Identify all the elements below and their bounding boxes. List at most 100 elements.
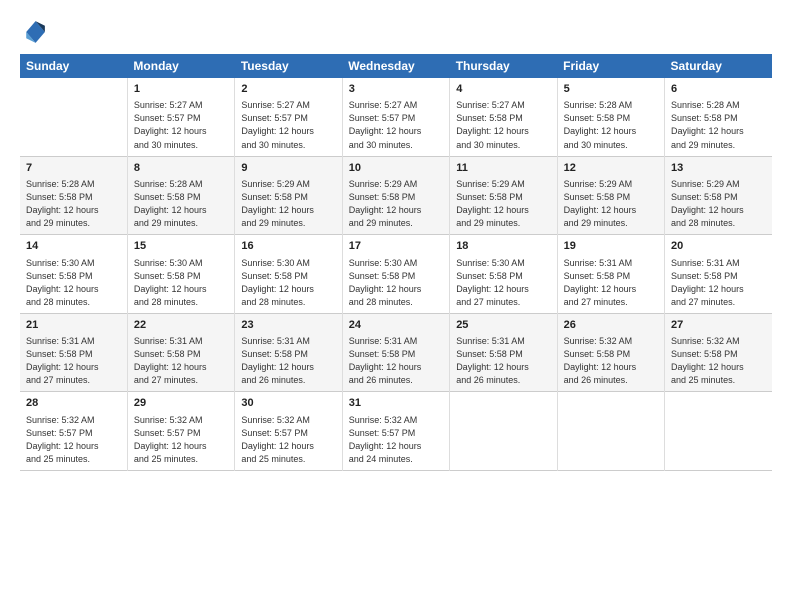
cell-info: Sunrise: 5:30 AM Sunset: 5:58 PM Dayligh… bbox=[26, 257, 121, 309]
week-row-3: 21 Sunrise: 5:31 AM Sunset: 5:58 PM Dayli… bbox=[20, 313, 772, 392]
day-number: 25 bbox=[456, 318, 550, 333]
calendar-cell: 14 Sunrise: 5:30 AM Sunset: 5:58 PM Dayli… bbox=[20, 235, 127, 314]
cell-info: Sunrise: 5:29 AM Sunset: 5:58 PM Dayligh… bbox=[564, 178, 658, 230]
week-row-1: 7 Sunrise: 5:28 AM Sunset: 5:58 PM Daylig… bbox=[20, 156, 772, 235]
calendar-table: SundayMondayTuesdayWednesdayThursdayFrid… bbox=[20, 54, 772, 471]
calendar-cell: 25 Sunrise: 5:31 AM Sunset: 5:58 PM Dayli… bbox=[450, 313, 557, 392]
col-header-saturday: Saturday bbox=[665, 54, 772, 78]
day-number: 22 bbox=[134, 318, 228, 333]
cell-info: Sunrise: 5:28 AM Sunset: 5:58 PM Dayligh… bbox=[134, 178, 228, 230]
day-number: 17 bbox=[349, 239, 443, 254]
cell-info: Sunrise: 5:27 AM Sunset: 5:58 PM Dayligh… bbox=[456, 99, 550, 151]
col-header-tuesday: Tuesday bbox=[235, 54, 342, 78]
day-number: 24 bbox=[349, 318, 443, 333]
day-number: 19 bbox=[564, 239, 658, 254]
day-number: 6 bbox=[671, 82, 766, 97]
calendar-cell: 4 Sunrise: 5:27 AM Sunset: 5:58 PM Daylig… bbox=[450, 78, 557, 156]
cell-info: Sunrise: 5:31 AM Sunset: 5:58 PM Dayligh… bbox=[26, 335, 121, 387]
calendar-cell: 31Sunrise: 5:32 AM Sunset: 5:57 PM Dayli… bbox=[342, 392, 449, 471]
col-header-monday: Monday bbox=[127, 54, 234, 78]
calendar-cell: 7 Sunrise: 5:28 AM Sunset: 5:58 PM Daylig… bbox=[20, 156, 127, 235]
day-number: 16 bbox=[241, 239, 335, 254]
cell-info: Sunrise: 5:28 AM Sunset: 5:58 PM Dayligh… bbox=[671, 99, 766, 151]
day-number: 21 bbox=[26, 318, 121, 333]
calendar-cell: 1 Sunrise: 5:27 AM Sunset: 5:57 PM Daylig… bbox=[127, 78, 234, 156]
col-header-wednesday: Wednesday bbox=[342, 54, 449, 78]
day-number: 30 bbox=[241, 396, 335, 411]
cell-info: Sunrise: 5:31 AM Sunset: 5:58 PM Dayligh… bbox=[456, 335, 550, 387]
cell-info: Sunrise: 5:31 AM Sunset: 5:58 PM Dayligh… bbox=[671, 257, 766, 309]
col-header-friday: Friday bbox=[557, 54, 664, 78]
calendar-cell: 13 Sunrise: 5:29 AM Sunset: 5:58 PM Dayli… bbox=[665, 156, 772, 235]
cell-info: Sunrise: 5:28 AM Sunset: 5:58 PM Dayligh… bbox=[564, 99, 658, 151]
calendar-cell: 21 Sunrise: 5:31 AM Sunset: 5:58 PM Dayli… bbox=[20, 313, 127, 392]
week-row-4: 28 Sunrise: 5:32 AM Sunset: 5:57 PM Dayli… bbox=[20, 392, 772, 471]
header bbox=[20, 18, 772, 46]
calendar-cell: 11Sunrise: 5:29 AM Sunset: 5:58 PM Dayli… bbox=[450, 156, 557, 235]
day-number: 18 bbox=[456, 239, 550, 254]
cell-info: Sunrise: 5:30 AM Sunset: 5:58 PM Dayligh… bbox=[456, 257, 550, 309]
day-number: 2 bbox=[241, 82, 335, 97]
cell-info: Sunrise: 5:32 AM Sunset: 5:57 PM Dayligh… bbox=[134, 414, 228, 466]
day-number: 27 bbox=[671, 318, 766, 333]
calendar-cell: 23 Sunrise: 5:31 AM Sunset: 5:58 PM Dayli… bbox=[235, 313, 342, 392]
day-number: 26 bbox=[564, 318, 658, 333]
calendar-cell: 22Sunrise: 5:31 AM Sunset: 5:58 PM Dayli… bbox=[127, 313, 234, 392]
calendar-cell: 20 Sunrise: 5:31 AM Sunset: 5:58 PM Dayli… bbox=[665, 235, 772, 314]
cell-info: Sunrise: 5:32 AM Sunset: 5:58 PM Dayligh… bbox=[671, 335, 766, 387]
calendar-cell: 29 Sunrise: 5:32 AM Sunset: 5:57 PM Dayli… bbox=[127, 392, 234, 471]
day-number: 5 bbox=[564, 82, 658, 97]
calendar-cell: 10Sunrise: 5:29 AM Sunset: 5:58 PM Dayli… bbox=[342, 156, 449, 235]
header-row: SundayMondayTuesdayWednesdayThursdayFrid… bbox=[20, 54, 772, 78]
cell-info: Sunrise: 5:31 AM Sunset: 5:58 PM Dayligh… bbox=[564, 257, 658, 309]
cell-info: Sunrise: 5:31 AM Sunset: 5:58 PM Dayligh… bbox=[349, 335, 443, 387]
day-number: 7 bbox=[26, 161, 121, 176]
cell-info: Sunrise: 5:29 AM Sunset: 5:58 PM Dayligh… bbox=[671, 178, 766, 230]
day-number: 10 bbox=[349, 161, 443, 176]
day-number: 28 bbox=[26, 396, 121, 411]
calendar-cell: 8Sunrise: 5:28 AM Sunset: 5:58 PM Daylig… bbox=[127, 156, 234, 235]
cell-info: Sunrise: 5:30 AM Sunset: 5:58 PM Dayligh… bbox=[241, 257, 335, 309]
cell-info: Sunrise: 5:31 AM Sunset: 5:58 PM Dayligh… bbox=[241, 335, 335, 387]
calendar-cell: 30 Sunrise: 5:32 AM Sunset: 5:57 PM Dayli… bbox=[235, 392, 342, 471]
day-number: 23 bbox=[241, 318, 335, 333]
calendar-cell: 9 Sunrise: 5:29 AM Sunset: 5:58 PM Daylig… bbox=[235, 156, 342, 235]
calendar-cell: 18 Sunrise: 5:30 AM Sunset: 5:58 PM Dayli… bbox=[450, 235, 557, 314]
week-row-2: 14 Sunrise: 5:30 AM Sunset: 5:58 PM Dayli… bbox=[20, 235, 772, 314]
calendar-cell: 12 Sunrise: 5:29 AM Sunset: 5:58 PM Dayli… bbox=[557, 156, 664, 235]
week-row-0: 1 Sunrise: 5:27 AM Sunset: 5:57 PM Daylig… bbox=[20, 78, 772, 156]
day-number: 4 bbox=[456, 82, 550, 97]
cell-info: Sunrise: 5:32 AM Sunset: 5:57 PM Dayligh… bbox=[241, 414, 335, 466]
calendar-cell: 15 Sunrise: 5:30 AM Sunset: 5:58 PM Dayli… bbox=[127, 235, 234, 314]
cell-info: Sunrise: 5:29 AM Sunset: 5:58 PM Dayligh… bbox=[241, 178, 335, 230]
calendar-cell bbox=[450, 392, 557, 471]
calendar-cell: 2 Sunrise: 5:27 AM Sunset: 5:57 PM Daylig… bbox=[235, 78, 342, 156]
day-number: 3 bbox=[349, 82, 443, 97]
day-number: 15 bbox=[134, 239, 228, 254]
cell-info: Sunrise: 5:30 AM Sunset: 5:58 PM Dayligh… bbox=[349, 257, 443, 309]
day-number: 20 bbox=[671, 239, 766, 254]
day-number: 14 bbox=[26, 239, 121, 254]
cell-info: Sunrise: 5:32 AM Sunset: 5:57 PM Dayligh… bbox=[26, 414, 121, 466]
cell-info: Sunrise: 5:27 AM Sunset: 5:57 PM Dayligh… bbox=[241, 99, 335, 151]
calendar-cell: 16 Sunrise: 5:30 AM Sunset: 5:58 PM Dayli… bbox=[235, 235, 342, 314]
logo bbox=[20, 18, 52, 46]
day-number: 1 bbox=[134, 82, 228, 97]
calendar-cell bbox=[20, 78, 127, 156]
calendar-cell: 17 Sunrise: 5:30 AM Sunset: 5:58 PM Dayli… bbox=[342, 235, 449, 314]
day-number: 13 bbox=[671, 161, 766, 176]
calendar-cell: 24 Sunrise: 5:31 AM Sunset: 5:58 PM Dayli… bbox=[342, 313, 449, 392]
calendar-cell: 19 Sunrise: 5:31 AM Sunset: 5:58 PM Dayli… bbox=[557, 235, 664, 314]
col-header-thursday: Thursday bbox=[450, 54, 557, 78]
day-number: 12 bbox=[564, 161, 658, 176]
day-number: 29 bbox=[134, 396, 228, 411]
calendar-cell bbox=[557, 392, 664, 471]
calendar-cell: 28 Sunrise: 5:32 AM Sunset: 5:57 PM Dayli… bbox=[20, 392, 127, 471]
cell-info: Sunrise: 5:27 AM Sunset: 5:57 PM Dayligh… bbox=[134, 99, 228, 151]
cell-info: Sunrise: 5:29 AM Sunset: 5:58 PM Dayligh… bbox=[456, 178, 550, 230]
cell-info: Sunrise: 5:28 AM Sunset: 5:58 PM Dayligh… bbox=[26, 178, 121, 230]
page: SundayMondayTuesdayWednesdayThursdayFrid… bbox=[0, 0, 792, 612]
day-number: 9 bbox=[241, 161, 335, 176]
cell-info: Sunrise: 5:30 AM Sunset: 5:58 PM Dayligh… bbox=[134, 257, 228, 309]
cell-info: Sunrise: 5:32 AM Sunset: 5:58 PM Dayligh… bbox=[564, 335, 658, 387]
